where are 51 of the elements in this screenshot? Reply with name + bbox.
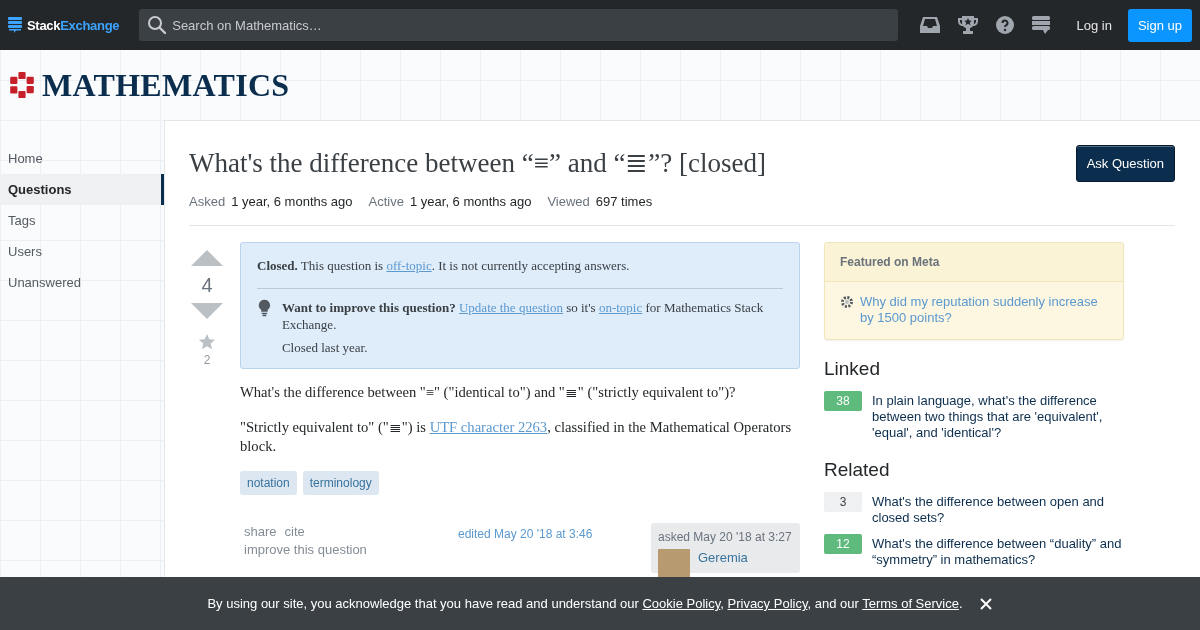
cube-ring-logo-icon [8,70,36,100]
nav-item[interactable]: Home [0,143,164,174]
stat-value: 1 year, 6 months ago [231,194,353,209]
question-link[interactable]: In plain language, what's the difference between two things that are 'equivalent', 'equal', and 'identical'? [872,393,1124,441]
brand-name[interactable]: StackExchange [27,17,120,33]
lightbulb-icon [257,299,272,317]
stat-label: Active [368,194,404,209]
closed-date: Closed last year. [281,339,369,356]
cookie-notice-text: By using our site, you acknowledge that you have read and understand our Cookie Policy, Privacy Policy, and our Terms of Service. [207,596,963,611]
question-link[interactable]: What's the difference between open and closed sets? [872,494,1124,526]
favorite-count: 2 [203,353,211,367]
panel-title: Featured on Meta [825,243,1123,282]
stat-value: 1 year, 6 months ago [409,194,532,209]
gear-icon [840,295,854,309]
notice-text: Closed. This question is off-topic. It is not currently accepting answers. [257,257,631,274]
chat-stack-icon[interactable] [1032,15,1051,35]
vote-count: 4 [201,274,213,297]
help-icon[interactable] [996,16,1015,34]
score-badge: 38 [824,391,862,411]
share-link[interactable]: share [244,523,277,539]
nav-item[interactable]: Tags [0,205,164,236]
stat-value: 697 times [595,194,653,209]
nav-item[interactable]: Users [0,236,164,267]
section-heading: Related [824,459,891,481]
user-link[interactable]: Geremia [698,548,748,567]
inbox-icon[interactable] [920,16,941,34]
question-title[interactable]: What's the difference between “≡” and “≣”? [closed] [189,145,767,178]
star-icon[interactable] [198,333,216,351]
ask-question-button[interactable]: Ask Question [1075,145,1175,182]
post-paragraph: "Strictly equivalent to" ("≣") is UTF character 2263, classified in the Mathematical Operators block. [240,417,793,456]
score-badge: 12 [824,534,862,554]
search-field[interactable]: Search on Mathematics… [139,9,899,41]
notice-text: Want to improve this question? Update the question so it's on-topic for Mathematics Stack Exchange. [281,299,765,333]
stat-label: Viewed [547,194,590,209]
stat-label: Asked [189,194,226,209]
post-paragraph: What's the difference between "≡" ("identical to") and "≣" ("strictly equivalent to")? [240,383,737,402]
inline-link[interactable]: Terms of Service [862,596,959,611]
site-name[interactable]: MATHEMATICS [42,66,290,104]
nav-item[interactable]: Questions [0,174,164,205]
search-icon [147,15,168,35]
question-link[interactable]: What's the difference between “duality” and “symmetry” in mathematics? [872,536,1124,568]
section-heading: Linked [824,358,881,380]
trophy-icon[interactable] [958,16,979,34]
asked-time: asked May 20 '18 at 3:27 [658,528,793,546]
nav-item[interactable]: Unanswered [0,267,164,298]
tag[interactable]: notation [240,470,297,495]
stack-logo-icon [8,17,22,33]
tag[interactable]: terminology [302,470,379,495]
close-icon[interactable] [978,596,993,611]
login-link[interactable]: Log in [1076,17,1112,33]
score-badge: 3 [824,492,862,512]
